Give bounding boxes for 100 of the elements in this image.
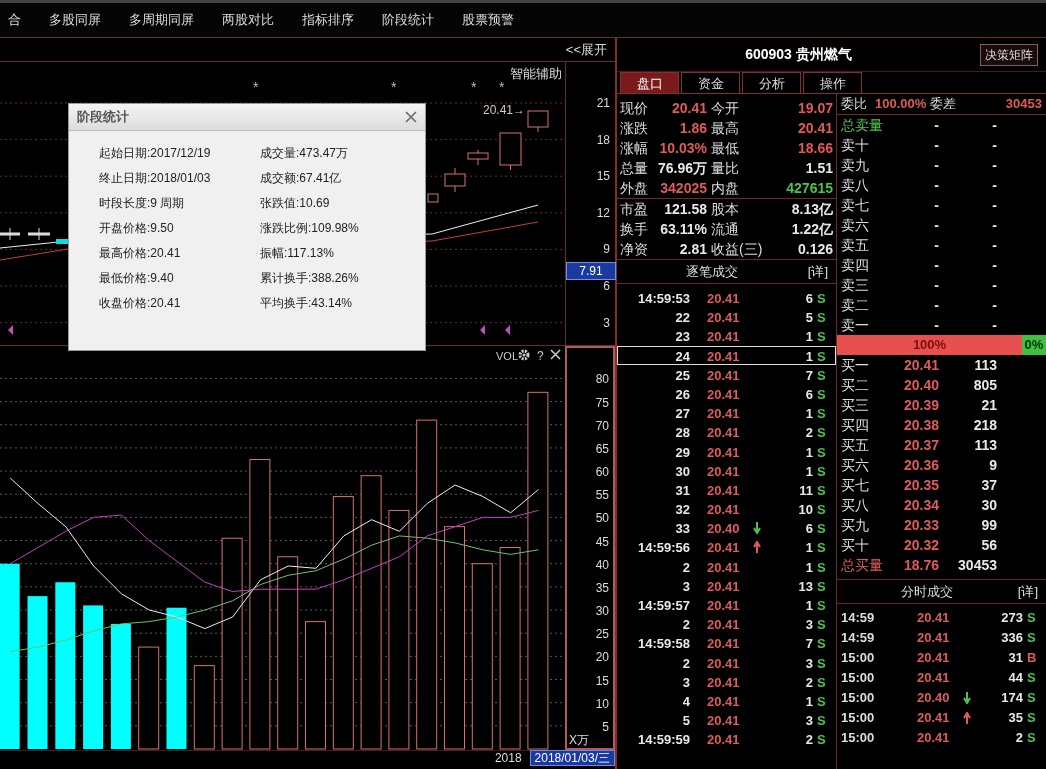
price-text: - (933, 256, 939, 275)
volume-text: 1 (804, 597, 813, 614)
tick-row[interactable]: 2 20.41 3 S (617, 614, 836, 634)
price-text: 20.41 (707, 692, 741, 710)
tick-row[interactable]: 24 20.41 1 S (617, 345, 836, 365)
level-label: 买二 (840, 376, 870, 395)
up-arrow-icon (963, 712, 971, 724)
tick-row[interactable]: 14:59:56 20.41 1 S (617, 537, 836, 557)
menu-item[interactable]: 两股对比 (208, 3, 288, 37)
side-text: S (816, 385, 827, 403)
tick-row[interactable]: 31 20.41 11 S (617, 479, 836, 500)
price-text: - (933, 116, 939, 135)
menu-item[interactable]: 多股同屏 (35, 3, 115, 37)
side-text: S (816, 462, 827, 479)
volume-text: - (991, 176, 997, 195)
price-text: 20.40 (707, 520, 741, 537)
tick-row[interactable]: 33 20.40 6 S (617, 518, 836, 538)
level-label: 总卖量 (840, 116, 884, 135)
detail-link[interactable]: [详] (1017, 580, 1046, 603)
tab[interactable]: 操作 (803, 72, 862, 93)
stat-text: 开盘价格:9.50 (99, 220, 175, 237)
level-label: 买一 (840, 356, 870, 375)
volume-text: 6 (804, 290, 813, 307)
menu-item[interactable]: 多周期同屏 (115, 3, 208, 37)
stat-text: 累计换手:388.26% (260, 270, 359, 287)
candlestick (0, 227, 20, 241)
stat-label: 涨跌 (619, 119, 649, 138)
ratio-value: 100.00% (874, 95, 927, 113)
volume-text: 273 (1000, 609, 1023, 627)
marker-icon (8, 325, 13, 335)
stat-label: 外盘 (619, 179, 649, 198)
price-text: - (933, 316, 939, 335)
time-text: 31 (674, 481, 690, 499)
y-tick-label: 6 (603, 279, 610, 293)
tick-row[interactable]: 32 20.41 10 S (617, 499, 836, 519)
level-label: 买九 (840, 516, 870, 535)
tick-row[interactable]: 22 20.41 5 S (617, 307, 836, 327)
tick-row[interactable]: 26 20.41 6 S (617, 383, 836, 404)
tick-row[interactable]: 29 20.41 1 S (617, 441, 836, 461)
stat-label: 涨幅 (619, 139, 649, 158)
y-tick-label: 60 (595, 465, 609, 480)
price-text: 20.41 (707, 501, 741, 518)
y-tick-label: 5 (602, 719, 609, 734)
tick-row[interactable]: 5 20.41 3 S (617, 710, 836, 730)
price-text: 20.41 (707, 347, 741, 364)
volume-text: 1 (804, 692, 813, 710)
volume-text: 1 (804, 347, 813, 364)
tab[interactable]: 资金 (681, 72, 740, 93)
y-tick-label: 10 (595, 696, 609, 711)
detail-link[interactable]: [详] (807, 260, 836, 283)
tab[interactable]: 盘口 (620, 72, 679, 93)
tick-row[interactable]: 30 20.41 1 S (617, 460, 836, 480)
price-text: 20.41 (917, 629, 951, 647)
level-label: 卖二 (840, 296, 870, 315)
tick-row[interactable]: 3 20.41 2 S (617, 671, 836, 691)
tick-row[interactable]: 14:59:53 20.41 6 S (617, 288, 836, 308)
volume-text: 37 (980, 476, 997, 495)
price-text: 20.38 (902, 416, 939, 435)
menu-item[interactable]: 指标排序 (288, 3, 368, 37)
menu-item[interactable]: 合 (0, 3, 35, 37)
y-tick-label: 80 (595, 372, 609, 387)
tick-row[interactable]: 25 20.41 7 S (617, 364, 836, 384)
tick-row[interactable]: 23 20.41 1 S (617, 326, 836, 346)
level-label: 总买量 (840, 556, 884, 575)
tick-row[interactable]: 14:59:58 20.41 7 S (617, 633, 836, 653)
assist-label: 智能辅助 (510, 66, 562, 81)
volume-text: 99 (980, 516, 997, 535)
side-text: S (816, 692, 827, 710)
side-text: S (816, 405, 827, 422)
volume-text: 35 (1007, 709, 1023, 727)
volume-text: 3 (804, 712, 813, 729)
last-price-label: 7.91 (566, 262, 616, 280)
close-icon[interactable] (405, 111, 417, 123)
tick-row[interactable]: 14:59:57 20.41 1 S (617, 595, 836, 615)
tick-row[interactable]: 14:59:59 20.41 2 S (617, 729, 836, 749)
price-text: - (933, 236, 939, 255)
menu-item[interactable]: 股票预警 (448, 3, 528, 37)
menu-item[interactable]: 阶段统计 (368, 3, 448, 37)
expand-button[interactable]: <<展开 (557, 38, 615, 61)
stat-label: 最低 (710, 139, 739, 158)
panel-title: 逐笔成交 (686, 264, 739, 279)
tick-row[interactable]: 3 20.41 13 S (617, 575, 836, 595)
tick-row[interactable]: 28 20.41 2 S (617, 422, 836, 442)
tick-row[interactable]: 2 20.41 1 S (617, 556, 836, 576)
volume-text: 11 (798, 481, 813, 499)
tick-row[interactable]: 2 20.41 3 S (617, 652, 836, 672)
side-text: S (1026, 709, 1037, 727)
side-text: S (816, 558, 827, 575)
volume-text: 218 (972, 416, 997, 435)
matrix-button[interactable]: 决策矩阵 (980, 43, 1038, 66)
stat-label: 市盈 (619, 200, 649, 219)
side-text: S (816, 424, 827, 441)
price-text: 20.41 (707, 481, 741, 499)
stat-label: 换手 (619, 220, 649, 239)
volume-text: - (991, 316, 997, 335)
tick-row[interactable]: 4 20.41 1 S (617, 690, 836, 711)
tick-row[interactable]: 27 20.41 1 S (617, 403, 836, 423)
price-text: 20.41 (707, 366, 741, 383)
stat-label: 内盘 (710, 179, 739, 198)
tab[interactable]: 分析 (742, 72, 801, 93)
